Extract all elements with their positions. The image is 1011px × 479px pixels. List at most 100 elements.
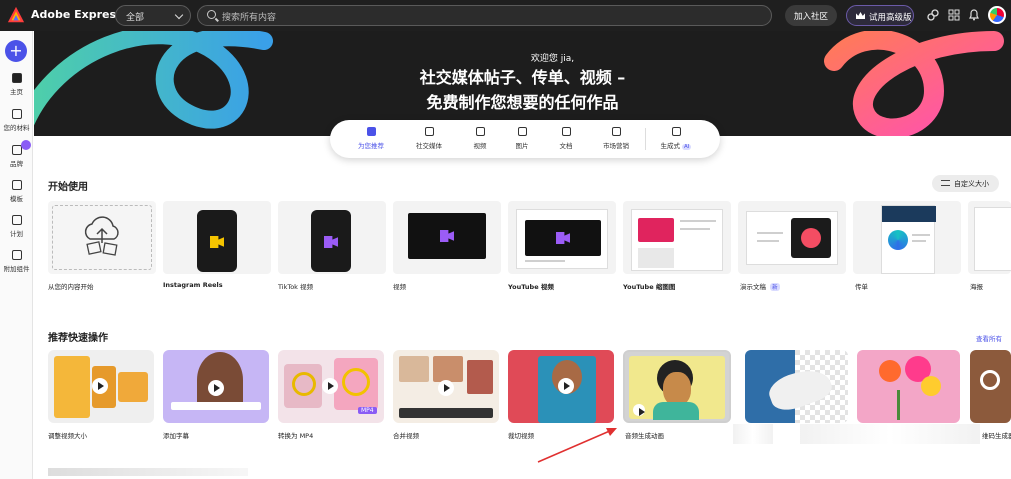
custom-size-button[interactable]: 自定义大小 [932, 175, 999, 192]
card-label: 演示文稿 新 [740, 281, 780, 291]
video-screen [525, 220, 601, 256]
view-all-link[interactable]: 查看所有 [976, 333, 1002, 343]
person-photo [197, 352, 243, 408]
new-badge: 新 [770, 283, 780, 291]
generate-icon [671, 127, 681, 136]
tab-video[interactable]: 视频 [456, 127, 504, 150]
template-card-youtube-thumbnail[interactable] [623, 201, 731, 274]
text-line [680, 228, 710, 230]
quick-action-qr-code-generator[interactable] [970, 350, 1011, 423]
quick-action-resize-video[interactable] [48, 350, 154, 423]
quick-action-label: 裁切视频 [508, 432, 534, 440]
template-card-video[interactable] [393, 201, 501, 274]
quick-action-label: 维码生成器 [982, 432, 1011, 440]
template-card-youtube-video[interactable] [508, 201, 616, 274]
play-icon [322, 378, 338, 394]
quick-action-convert-mp4[interactable]: MP4 [278, 350, 384, 423]
calendar-icon [11, 215, 22, 225]
video-play-icon [210, 236, 224, 248]
folder-icon [11, 109, 22, 119]
quick-action-remove-background[interactable] [745, 350, 848, 423]
tab-label: 生成式 [660, 142, 681, 150]
create-new-button[interactable]: + [5, 40, 27, 62]
thumbs-up-icon [424, 127, 434, 136]
flower-graphic [921, 376, 941, 396]
hero-text: 欢迎您 jia, 社交媒体帖子、传单、视频 – 免费制作您想要的任何作品 [34, 51, 1011, 114]
avatar[interactable] [988, 6, 1006, 24]
join-community-button[interactable]: 加入社区 [785, 5, 837, 26]
templates-icon [11, 180, 22, 190]
tab-label: 市场营销 [603, 142, 629, 150]
premium-crown-badge [21, 140, 31, 150]
video-frame-small [118, 372, 148, 402]
template-card-tiktok-video[interactable] [278, 201, 386, 274]
home-icon [11, 73, 22, 83]
card-label: 从您的内容开始 [48, 283, 94, 291]
quick-action-merge-videos[interactable] [393, 350, 499, 423]
tab-social-media[interactable]: 社交媒体 [405, 127, 453, 150]
ai-badge: AI [682, 144, 692, 150]
hero-headline-2: 免费制作您想要的任何作品 [426, 93, 619, 112]
headphones-graphic [292, 372, 316, 396]
clip-thumbnail [433, 356, 463, 382]
chevron-down-icon [174, 10, 184, 20]
share-icon[interactable] [927, 9, 939, 21]
bell-icon[interactable] [968, 9, 980, 21]
quick-action-generate-image[interactable] [857, 350, 960, 423]
tab-document[interactable]: 文档 [542, 127, 590, 150]
brand-icon [11, 145, 22, 155]
try-premium-button[interactable]: 试用高级版 [846, 5, 914, 26]
play-icon [633, 404, 645, 416]
search-icon [207, 10, 216, 19]
hero-headline-1: 社交媒体帖子、传单、视频 – [419, 68, 626, 87]
phone-mockup [197, 210, 237, 272]
text-line [680, 220, 716, 222]
quick-action-label: 调整视频大小 [48, 432, 87, 440]
blurred-label [800, 424, 980, 444]
next-section-title-cutoff [48, 468, 248, 476]
template-card-presentation[interactable] [738, 201, 846, 274]
apps-grid-icon[interactable] [948, 9, 960, 21]
section-title-quick-actions: 推荐快速操作 [48, 333, 108, 344]
tab-photo[interactable]: 图片 [498, 127, 546, 150]
flyer-badge-graphic [888, 230, 908, 250]
tab-generative[interactable]: 生成式 AI [650, 127, 702, 150]
stem-graphic [897, 390, 900, 420]
template-card-poster[interactable] [968, 201, 1011, 274]
tab-label: 文档 [559, 142, 573, 150]
scope-value: 全部 [126, 13, 145, 23]
quick-action-add-captions[interactable] [163, 350, 269, 423]
sidebar-item-home[interactable]: 主页 [0, 73, 33, 96]
adobe-express-logo-icon[interactable] [7, 6, 25, 24]
sidebar-item-your-stuff[interactable]: 您的材料 [0, 109, 33, 132]
template-card-instagram-reels[interactable] [163, 201, 271, 274]
category-divider [645, 128, 646, 150]
video-icon [475, 127, 485, 136]
mp4-tag: MP4 [358, 407, 377, 414]
play-icon [438, 380, 454, 396]
sidebar-item-schedule[interactable]: 计划 [0, 215, 33, 238]
template-card-flyer[interactable] [853, 201, 961, 274]
section-title-get-started: 开始使用 [48, 182, 88, 193]
quick-action-trim-video[interactable] [508, 350, 614, 423]
thumbnail-page-mockup [631, 209, 723, 271]
sliders-icon [941, 180, 950, 186]
tab-label: 图片 [515, 142, 529, 150]
scope-dropdown[interactable]: 全部 [115, 5, 191, 26]
tab-for-you[interactable]: 为您推荐 [347, 127, 395, 150]
sidebar-item-addons[interactable]: 附加组件 [0, 250, 33, 273]
text-line [912, 240, 926, 242]
thumbnail-preview [638, 218, 674, 242]
video-play-icon [440, 230, 454, 242]
card-label: TikTok 视频 [278, 283, 314, 291]
template-card-start-from-content[interactable] [48, 201, 156, 274]
top-bar: Adobe Express 全部 搜索所有内容 加入社区 试用高级版 [0, 0, 1011, 31]
sidebar-item-templates[interactable]: 模板 [0, 180, 33, 203]
quick-action-animate-from-audio[interactable] [623, 350, 731, 423]
brand-name[interactable]: Adobe Express [31, 8, 123, 21]
search-input[interactable]: 搜索所有内容 [197, 5, 772, 26]
document-icon [561, 127, 571, 136]
tab-marketing[interactable]: 市场营销 [592, 127, 640, 150]
text-line [525, 260, 565, 262]
cloud-upload-icon [84, 216, 119, 256]
